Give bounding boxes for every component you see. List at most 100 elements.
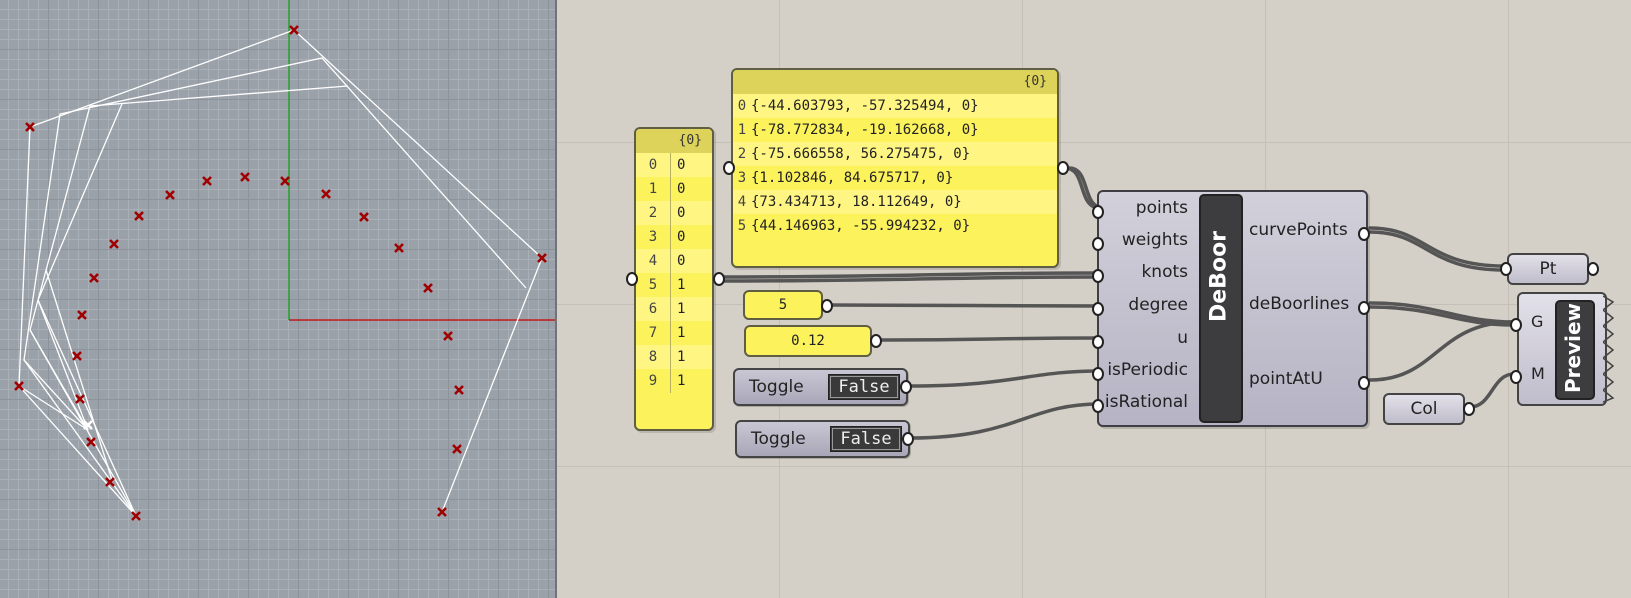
row-value: 0	[677, 157, 686, 173]
panel-row: 91	[636, 369, 712, 393]
deboor-output-pointatu-grip[interactable]	[1358, 376, 1370, 390]
deboor-input-points-grip[interactable]	[1092, 205, 1104, 219]
deboor-input-degree-label: degree	[1128, 295, 1188, 315]
row-index: 8	[636, 345, 671, 369]
pt-output-grip[interactable]	[1587, 262, 1599, 276]
points-panel-output-grip[interactable]	[1057, 161, 1069, 175]
degree-value: 5	[778, 297, 788, 313]
viewport-geometry	[14, 0, 555, 521]
control-point-marker	[454, 385, 464, 395]
deboor-output-pointatu-label: pointAtU	[1249, 369, 1323, 389]
points-panel[interactable]: {0} 0 {-44.603793, -57.325494, 0} 1 {-78.77…	[731, 68, 1059, 268]
control-point-marker	[89, 273, 99, 283]
deboor-input-isrational-grip[interactable]	[1092, 399, 1104, 413]
toggle-label: Toggle	[749, 377, 804, 397]
panel-row: 4 {73.434713, 18.112649, 0}	[733, 190, 1057, 214]
deboor-output-curvepoints-label: curvePoints	[1249, 220, 1348, 240]
panel-row: 10	[636, 177, 712, 201]
toggle-value[interactable]: False	[828, 374, 900, 400]
control-point-marker	[202, 176, 212, 186]
wire-curvepoints	[1368, 226, 1506, 268]
degree-number-slider[interactable]: 5	[743, 290, 823, 320]
deboor-input-u-grip[interactable]	[1092, 335, 1104, 349]
panel-row: 51	[636, 273, 712, 297]
deboor-output-curvepoints-grip[interactable]	[1358, 227, 1370, 241]
row-value: 0	[677, 253, 686, 269]
panel-row: 71	[636, 321, 712, 345]
row-value: 0	[677, 229, 686, 245]
deboor-input-u-label: u	[1177, 328, 1188, 348]
preview-m-input-grip[interactable]	[1510, 370, 1522, 384]
u-value: 0.12	[791, 333, 825, 349]
col-output-grip[interactable]	[1463, 402, 1475, 416]
deboor-input-isrational-label: isRational	[1104, 392, 1188, 412]
u-output-grip[interactable]	[870, 334, 882, 348]
control-point-marker	[394, 243, 404, 253]
isperiodic-toggle-output-grip[interactable]	[900, 380, 912, 394]
row-value: {73.434713, 18.112649, 0}	[751, 194, 962, 210]
preview-input-g-label: G	[1531, 312, 1544, 331]
panel-row: 5 {44.146963, -55.994232, 0}	[733, 214, 1057, 238]
preview-g-input-grip[interactable]	[1510, 318, 1522, 332]
points-panel-input-grip[interactable]	[723, 161, 735, 175]
knots-panel-input-grip[interactable]	[626, 272, 638, 286]
preview-input-m-label: M	[1531, 364, 1545, 383]
pt-input-grip[interactable]	[1500, 262, 1512, 276]
deboor-component[interactable]: DeBoor points weights knots degree u isPeriod…	[1092, 190, 1370, 427]
wire-knots	[721, 271, 1102, 279]
preview-component[interactable]: Preview G M	[1517, 292, 1615, 406]
wire-points	[1063, 166, 1102, 210]
wire-deboorlines	[1368, 301, 1516, 324]
panel-row: 30	[636, 225, 712, 249]
panel-row: 61	[636, 297, 712, 321]
wire-knots-b	[721, 275, 1102, 283]
col-label: Col	[1410, 399, 1438, 419]
degree-output-grip[interactable]	[821, 299, 833, 313]
knots-panel-output-grip[interactable]	[713, 272, 725, 286]
grasshopper-canvas[interactable]: {0} 00102030405161718191 {0} 0 {-44.60379…	[557, 0, 1631, 598]
wire-israational	[908, 402, 1102, 440]
panel-row: 0 {-44.603793, -57.325494, 0}	[733, 94, 1057, 118]
row-index: 3	[737, 170, 747, 186]
wire-isperiodic	[906, 369, 1102, 388]
preview-zigzag-edge	[1603, 295, 1615, 403]
rhino-viewport[interactable]	[0, 0, 555, 598]
isrational-boolean-toggle[interactable]: Toggle False	[735, 420, 910, 458]
row-index: 0	[636, 153, 671, 177]
knots-panel[interactable]: {0} 00102030405161718191	[634, 127, 714, 431]
control-point-marker	[437, 507, 447, 517]
panel-row: 1 {-78.772834, -19.162668, 0}	[733, 118, 1057, 142]
control-point-marker	[423, 283, 433, 293]
deboor-input-weights-grip[interactable]	[1092, 237, 1104, 251]
row-index: 6	[636, 297, 671, 321]
wire-deboorlines-b	[1368, 305, 1516, 327]
isrational-toggle-output-grip[interactable]	[902, 432, 914, 446]
panel-row: 81	[636, 345, 712, 369]
row-value: 1	[677, 349, 686, 365]
deboor-input-isperiodic-grip[interactable]	[1092, 367, 1104, 381]
wire-curvepoints-b	[1368, 230, 1506, 272]
knots-panel-header: {0}	[636, 129, 712, 153]
points-panel-rows: 0 {-44.603793, -57.325494, 0} 1 {-78.772834…	[733, 94, 1057, 238]
pt-component[interactable]: Pt	[1507, 253, 1589, 285]
deboor-input-degree-grip[interactable]	[1092, 302, 1104, 316]
colour-swatch-component[interactable]: Col	[1383, 393, 1465, 425]
panel-row: 3 {1.102846, 84.675717, 0}	[733, 166, 1057, 190]
knots-panel-rows: 00102030405161718191	[636, 153, 712, 393]
row-value: 1	[677, 373, 686, 389]
row-value: 0	[677, 205, 686, 221]
control-point-marker	[131, 511, 141, 521]
row-index: 2	[737, 146, 747, 162]
toggle-value[interactable]: False	[830, 426, 902, 452]
deboor-output-deboorlines-grip[interactable]	[1358, 301, 1370, 315]
row-index: 2	[636, 201, 671, 225]
wire-pointatu	[1368, 320, 1516, 382]
isperiodic-boolean-toggle[interactable]: Toggle False	[733, 368, 908, 406]
row-value: 1	[677, 325, 686, 341]
u-number-slider[interactable]: 0.12	[744, 325, 872, 357]
preview-title: Preview	[1561, 302, 1585, 394]
panel-row: 20	[636, 201, 712, 225]
deboor-title: DeBoor	[1207, 231, 1232, 322]
deboor-input-knots-grip[interactable]	[1092, 269, 1104, 283]
control-point-marker	[321, 189, 331, 199]
